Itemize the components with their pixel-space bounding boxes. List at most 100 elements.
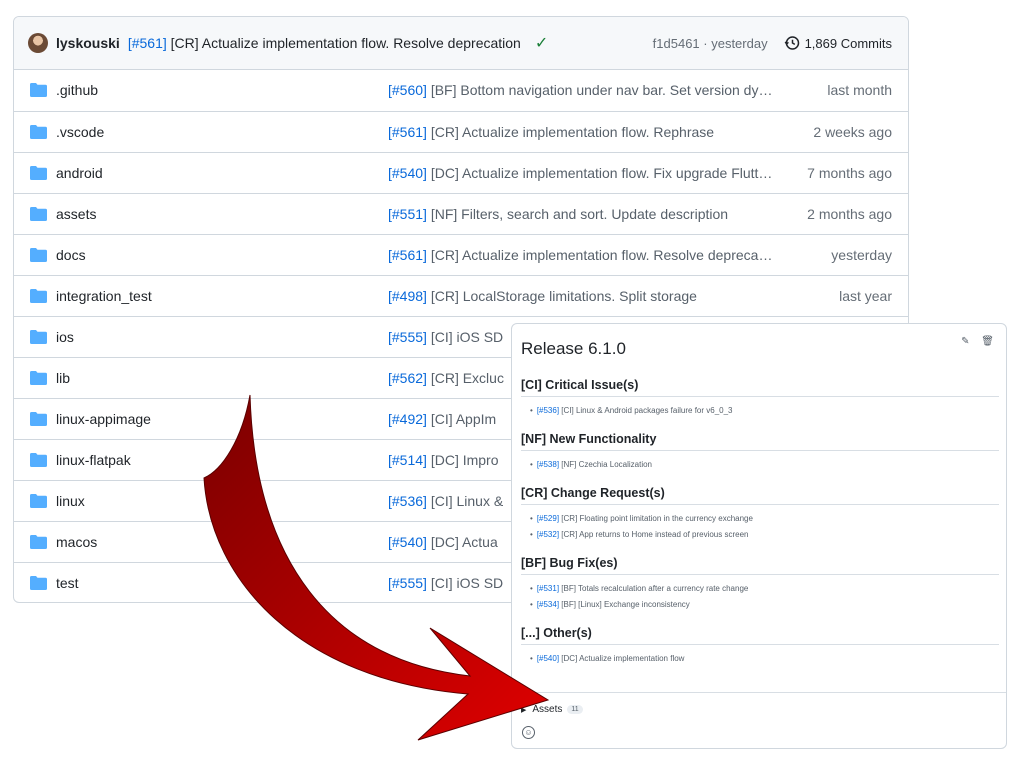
commits-count[interactable]: 1,869 Commits [805,36,892,51]
file-commit-text[interactable]: [CI] iOS SD [427,575,503,591]
folder-icon [30,248,47,262]
folder-icon [30,289,47,303]
file-commit-message[interactable]: [#540] [DC] Actualize implementation flo… [388,165,773,181]
file-commit-text[interactable]: [NF] Filters, search and sort. Update de… [427,206,728,222]
release-section-list: [#540] [DC] Actualize implementation flo… [530,651,999,667]
file-commit-text[interactable]: [CI] iOS SD [427,329,503,345]
assets-count-badge: 11 [567,705,583,714]
file-commit-text[interactable]: [BF] Bottom navigation under nav bar. Se… [427,82,773,98]
folder-icon [30,576,47,590]
file-name[interactable]: linux [56,493,85,509]
commits-history-link[interactable]: 1,869 Commits [784,35,892,51]
file-commit-ref[interactable]: [#562] [388,370,427,386]
release-section-heading: [...] Other(s) [521,626,999,645]
release-issue-link[interactable]: [#540] [537,654,559,663]
commit-sha-time[interactable]: f1d5461 · yesterday [653,36,768,51]
file-commit-ref[interactable]: [#540] [388,534,427,550]
file-name[interactable]: ios [56,329,74,345]
file-name[interactable]: docs [56,247,86,263]
folder-icon [30,494,47,508]
file-commit-ref[interactable]: [#514] [388,452,427,468]
assets-label: Assets [532,704,563,715]
release-section-list: [#536] [CI] Linux & Android packages fai… [530,403,999,419]
file-commit-text[interactable]: [CI] AppIm [427,411,496,427]
release-issue-link[interactable]: [#536] [537,406,559,415]
file-commit-ref[interactable]: [#551] [388,206,427,222]
release-note-text: [BF] [Linux] Exchange inconsistency [559,600,690,609]
file-name[interactable]: integration_test [56,288,152,304]
release-title[interactable]: Release 6.1.0 [521,339,626,359]
release-note-item: [#534] [BF] [Linux] Exchange inconsisten… [530,597,999,613]
release-issue-link[interactable]: [#538] [537,460,559,469]
release-note-text: [CI] Linux & Android packages failure fo… [559,406,733,415]
file-name[interactable]: .github [56,82,98,98]
file-commit-text[interactable]: [DC] Impro [427,452,499,468]
check-icon[interactable]: ✓ [535,33,548,53]
release-issue-link[interactable]: [#534] [537,600,559,609]
release-actions: ✎ 🗑︎ [952,336,994,347]
commit-message-text[interactable]: [CR] Actualize implementation flow. Reso… [171,35,521,51]
file-commit-text[interactable]: [DC] Actua [427,534,498,550]
pencil-icon[interactable]: ✎ [961,336,969,347]
commit-message[interactable]: [CR] Actualize implementation flow. Reso… [167,35,521,51]
file-commit-ref[interactable]: [#536] [388,493,427,509]
file-name[interactable]: linux-flatpak [56,452,131,468]
file-row[interactable]: android [#540] [DC] Actualize implementat… [14,152,908,193]
folder-icon [30,125,47,139]
release-note-text: [CR] App returns to Home instead of prev… [559,530,749,539]
release-issue-link[interactable]: [#532] [537,530,559,539]
folder-icon [30,371,47,385]
file-commit-date: yesterday [831,247,892,263]
file-commit-date: last month [827,82,892,98]
file-row[interactable]: assets [#551] [NF] Filters, search and so… [14,193,908,234]
release-section-list: [#531] [BF] Totals recalculation after a… [530,581,999,613]
file-commit-text[interactable]: [CR] Excluc [427,370,504,386]
smiley-icon[interactable]: ☺ [522,726,535,739]
file-commit-message[interactable]: [#561] [CR] Actualize implementation flo… [388,124,773,140]
caret-right-icon: ▶ [521,706,527,714]
commit-ref-link[interactable]: [#561] [128,35,167,51]
file-name[interactable]: macos [56,534,97,550]
file-commit-ref[interactable]: [#555] [388,575,427,591]
file-row[interactable]: .github [#560] [BF] Bottom navigation und… [14,70,908,111]
file-commit-message[interactable]: [#551] [NF] Filters, search and sort. Up… [388,206,773,222]
file-name[interactable]: android [56,165,103,181]
release-section-heading: [BF] Bug Fix(es) [521,556,999,575]
file-commit-ref[interactable]: [#561] [388,247,427,263]
file-row[interactable]: .vscode [#561] [CR] Actualize implementat… [14,111,908,152]
release-footer: ▶ Assets 11 ☺ [512,692,1006,739]
file-name[interactable]: .vscode [56,124,104,140]
file-commit-message[interactable]: [#561] [CR] Actualize implementation flo… [388,247,773,263]
file-row[interactable]: docs [#561] [CR] Actualize implementation… [14,234,908,275]
file-commit-ref[interactable]: [#492] [388,411,427,427]
file-commit-text[interactable]: [CR] LocalStorage limitations. Split sto… [427,288,697,304]
trash-icon[interactable]: 🗑︎ [981,336,994,347]
file-commit-text[interactable]: [CR] Actualize implementation flow. Reso… [427,247,773,263]
assets-toggle[interactable]: ▶ Assets 11 [521,704,583,715]
file-name[interactable]: assets [56,206,96,222]
file-name[interactable]: lib [56,370,70,386]
file-commit-ref[interactable]: [#540] [388,165,427,181]
release-issue-link[interactable]: [#531] [537,584,559,593]
commit-author[interactable]: lyskouski [56,35,120,51]
file-commit-text[interactable]: [DC] Actualize implementation flow. Fix … [427,165,773,181]
author-avatar[interactable] [28,33,48,53]
folder-icon [30,453,47,467]
file-commit-ref[interactable]: [#555] [388,329,427,345]
file-row[interactable]: integration_test [#498] [CR] LocalStorage… [14,275,908,316]
file-commit-ref[interactable]: [#498] [388,288,427,304]
folder-icon [30,166,47,180]
release-section-list: [#529] [CR] Floating point limitation in… [530,511,999,543]
file-commit-message[interactable]: [#560] [BF] Bottom navigation under nav … [388,82,773,98]
file-commit-date: 7 months ago [807,165,892,181]
file-commit-ref[interactable]: [#560] [388,82,427,98]
file-name[interactable]: test [56,575,79,591]
file-commit-ref[interactable]: [#561] [388,124,427,140]
release-note-item: [#538] [NF] Czechia Localization [530,457,999,473]
release-issue-link[interactable]: [#529] [537,514,559,523]
file-commit-text[interactable]: [CR] Actualize implementation flow. Reph… [427,124,714,140]
file-commit-message[interactable]: [#498] [CR] LocalStorage limitations. Sp… [388,288,773,304]
file-name[interactable]: linux-appimage [56,411,151,427]
file-commit-text[interactable]: [CI] Linux & [427,493,503,509]
release-note-item: [#532] [CR] App returns to Home instead … [530,527,999,543]
